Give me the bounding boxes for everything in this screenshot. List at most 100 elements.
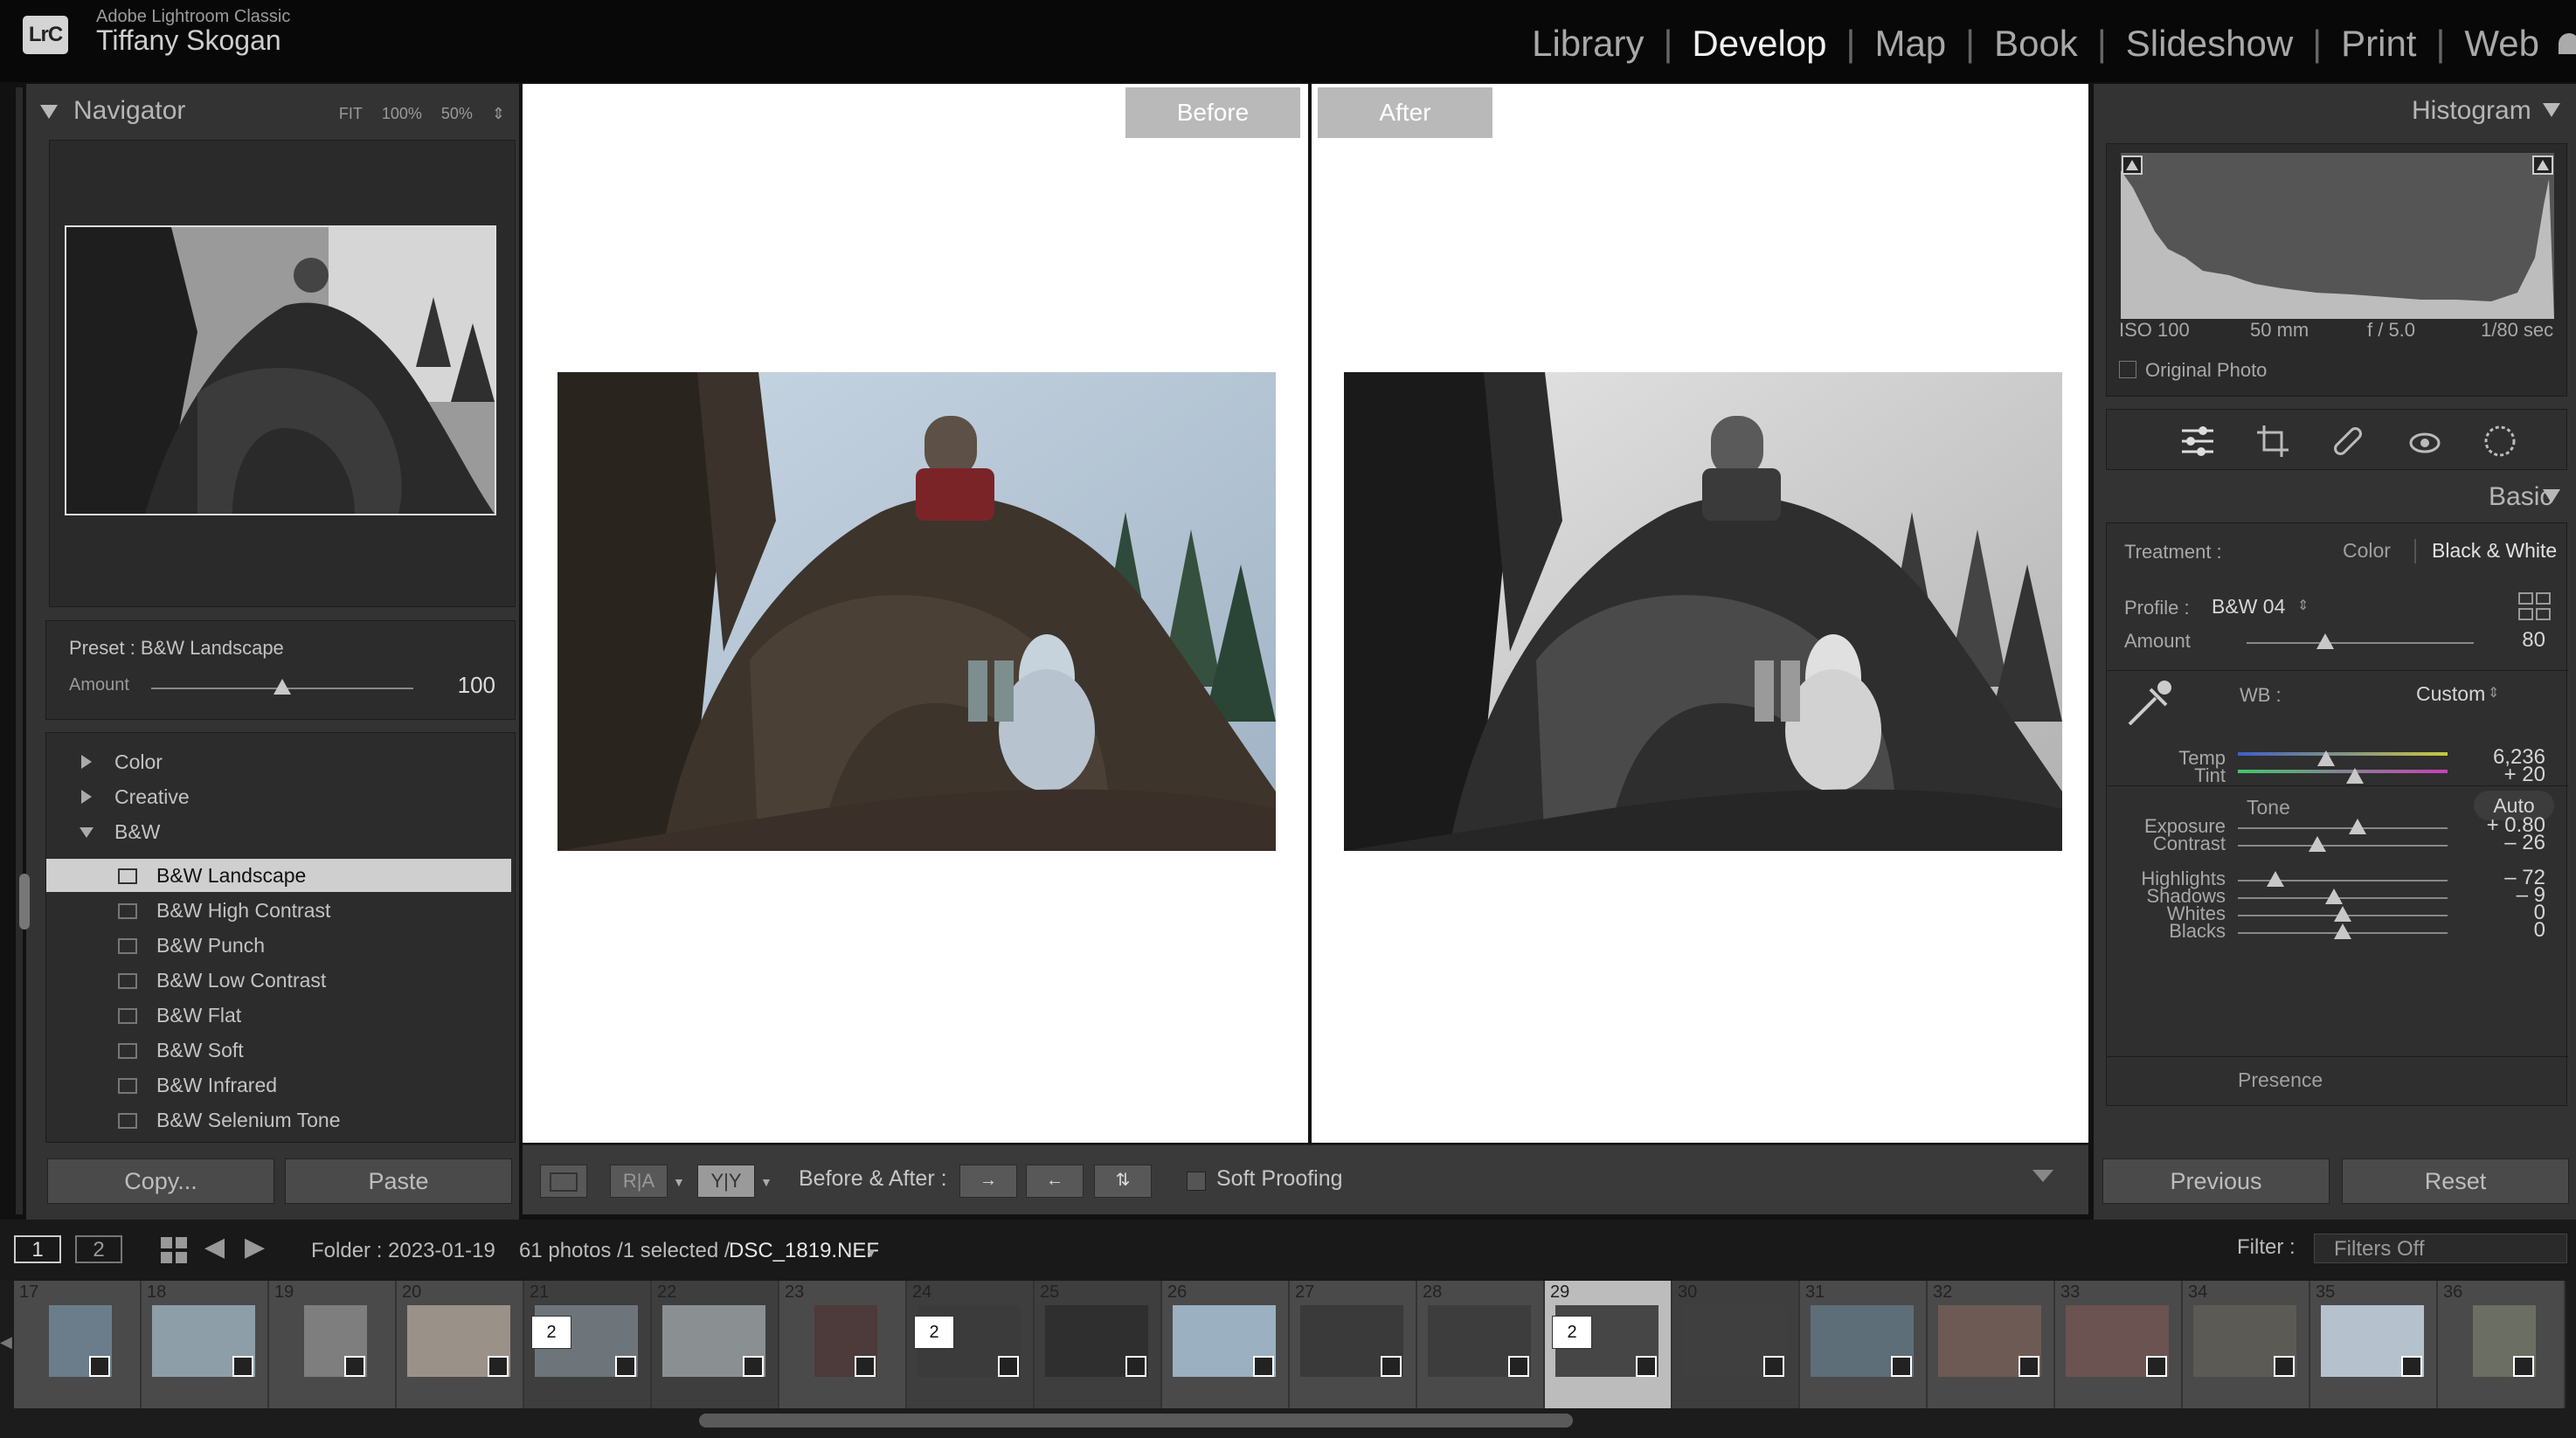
develop-adjusted-icon[interactable] (2513, 1356, 2534, 1377)
profile-amount-thumb[interactable] (2316, 633, 2334, 649)
zoom-50[interactable]: 50% (441, 105, 473, 123)
slider-thumb[interactable] (2316, 750, 2335, 766)
preset-item[interactable]: B&W Soft (46, 1034, 511, 1067)
profile-dropdown-icon[interactable]: ⇕ (2297, 597, 2309, 614)
soft-proofing-checkbox[interactable] (1187, 1172, 1206, 1191)
develop-adjusted-icon[interactable] (1636, 1356, 1657, 1377)
navigator-header[interactable]: Navigator FIT 100% 50% ⇕ (40, 96, 512, 131)
filmstrip-cell[interactable]: 29 2 (1545, 1281, 1672, 1408)
slider-value[interactable]: 0 (2458, 918, 2545, 943)
filmstrip-cell[interactable]: 35 (2310, 1281, 2438, 1408)
develop-adjusted-icon[interactable] (1763, 1356, 1784, 1377)
copy-button[interactable]: Copy... (47, 1158, 274, 1204)
zoom-fit[interactable]: FIT (339, 105, 363, 123)
left-panel-edge[interactable] (16, 87, 23, 1214)
filmstrip-scrollbar[interactable] (699, 1414, 1573, 1428)
zoom-more-icon[interactable]: ⇕ (492, 105, 505, 123)
develop-adjusted-icon[interactable] (2274, 1356, 2295, 1377)
slider-track[interactable] (2238, 827, 2448, 829)
filmstrip-cell[interactable]: 23 (779, 1281, 907, 1408)
reset-button[interactable]: Reset (2342, 1158, 2569, 1204)
filmstrip-cell[interactable]: 17 (14, 1281, 142, 1408)
filmstrip-cell[interactable]: 21 2 (524, 1281, 652, 1408)
profile-browser-icon[interactable] (2517, 591, 2552, 621)
preset-group-bw[interactable]: B&W (46, 815, 511, 848)
healing-icon[interactable] (2330, 424, 2365, 459)
filmstrip-cell[interactable]: 28 (1417, 1281, 1545, 1408)
collapse-triangle-icon[interactable] (40, 105, 58, 120)
preset-item[interactable]: B&W Flat (46, 999, 511, 1032)
before-after-view-button[interactable]: Y|Y (697, 1165, 755, 1198)
ref-view-button[interactable]: R|A (610, 1165, 668, 1198)
module-slideshow[interactable]: Slideshow (2107, 23, 2312, 65)
develop-adjusted-icon[interactable] (1381, 1356, 1402, 1377)
back-arrow-icon[interactable]: ◀ (204, 1232, 225, 1262)
folder-label[interactable]: Folder : 2023-01-19 (311, 1239, 495, 1263)
previous-button[interactable]: Previous (2102, 1158, 2330, 1204)
cloud-icon[interactable] (2559, 33, 2576, 54)
slider-track[interactable] (2238, 845, 2448, 847)
slider-track[interactable] (2238, 777, 2448, 778)
filmstrip-cell[interactable]: 27 (1290, 1281, 1417, 1408)
filmstrip-cell[interactable]: 24 2 (907, 1281, 1035, 1408)
navigator-thumbnail[interactable] (65, 225, 496, 515)
develop-adjusted-icon[interactable] (2401, 1356, 2422, 1377)
collapse-triangle-icon[interactable] (2543, 103, 2560, 117)
copy-after-to-before-button[interactable]: ← (1026, 1165, 1084, 1198)
chevron-down-icon[interactable]: ▼ (865, 1246, 877, 1260)
filmstrip-cell[interactable]: 25 (1035, 1281, 1162, 1408)
chevron-down-icon[interactable]: ▼ (673, 1175, 685, 1189)
masking-icon[interactable] (2483, 424, 2517, 459)
module-develop[interactable]: Develop (1672, 23, 1845, 65)
slider-thumb[interactable] (2325, 888, 2344, 904)
slider-thumb[interactable] (2334, 906, 2351, 922)
filmstrip-cell[interactable]: 33 (2055, 1281, 2183, 1408)
develop-adjusted-icon[interactable] (1508, 1356, 1529, 1377)
profile-amount-value[interactable]: 80 (2476, 628, 2545, 653)
profile-value[interactable]: B&W 04 (2212, 595, 2285, 619)
forward-arrow-icon[interactable]: ▶ (245, 1232, 265, 1262)
filmstrip-cell[interactable]: 30 (1672, 1281, 1800, 1408)
slider-track[interactable] (2238, 759, 2448, 761)
preset-amount-thumb[interactable] (274, 679, 291, 695)
develop-adjusted-icon[interactable] (855, 1356, 876, 1377)
preset-amount-value[interactable]: 100 (458, 672, 495, 699)
loupe-view-button[interactable] (540, 1165, 587, 1198)
module-map[interactable]: Map (1855, 23, 1965, 65)
copy-before-to-after-button[interactable]: → (959, 1165, 1017, 1198)
preset-item[interactable]: B&W Low Contrast (46, 964, 511, 997)
treatment-color[interactable]: Color (2343, 539, 2391, 563)
slider-thumb[interactable] (2346, 768, 2365, 784)
before-photo[interactable] (557, 372, 1276, 851)
selected-filename[interactable]: DSC_1819.NEF (729, 1239, 879, 1263)
wb-value[interactable]: Custom (2416, 682, 2485, 706)
filmstrip-cell[interactable]: 19 (269, 1281, 397, 1408)
slider-thumb[interactable] (2267, 871, 2285, 887)
toolbar-menu-icon[interactable] (2032, 1170, 2053, 1182)
filmstrip-cell[interactable]: 22 (652, 1281, 779, 1408)
preset-item[interactable]: B&W High Contrast (46, 894, 511, 927)
preset-item[interactable]: B&W Punch (46, 929, 511, 962)
filmstrip-cell[interactable]: 32 (1928, 1281, 2055, 1408)
preset-item[interactable]: B&W Infrared (46, 1068, 511, 1102)
filmstrip-cell[interactable]: 34 (2183, 1281, 2310, 1408)
stack-count-badge[interactable]: 2 (914, 1316, 954, 1349)
edit-sliders-icon[interactable] (2180, 425, 2215, 457)
paste-button[interactable]: Paste (285, 1158, 512, 1204)
after-photo[interactable] (1344, 372, 2062, 851)
develop-adjusted-icon[interactable] (743, 1356, 764, 1377)
develop-adjusted-icon[interactable] (89, 1356, 110, 1377)
filmstrip-cell[interactable]: 18 (142, 1281, 269, 1408)
develop-adjusted-icon[interactable] (232, 1356, 253, 1377)
develop-adjusted-icon[interactable] (1253, 1356, 1274, 1377)
left-panel-scrollbar[interactable] (19, 874, 30, 930)
stack-count-badge[interactable]: 2 (1552, 1316, 1592, 1349)
develop-adjusted-icon[interactable] (1125, 1356, 1146, 1377)
zoom-100[interactable]: 100% (382, 105, 422, 123)
original-photo-checkbox[interactable] (2119, 361, 2136, 378)
profile-amount-slider[interactable] (2247, 642, 2474, 644)
chevron-down-icon[interactable]: ▼ (760, 1175, 772, 1189)
filter-dropdown[interactable]: Filters Off (2314, 1234, 2567, 1263)
preset-item[interactable]: B&W Landscape (46, 859, 511, 892)
collapse-triangle-icon[interactable] (2543, 489, 2560, 503)
